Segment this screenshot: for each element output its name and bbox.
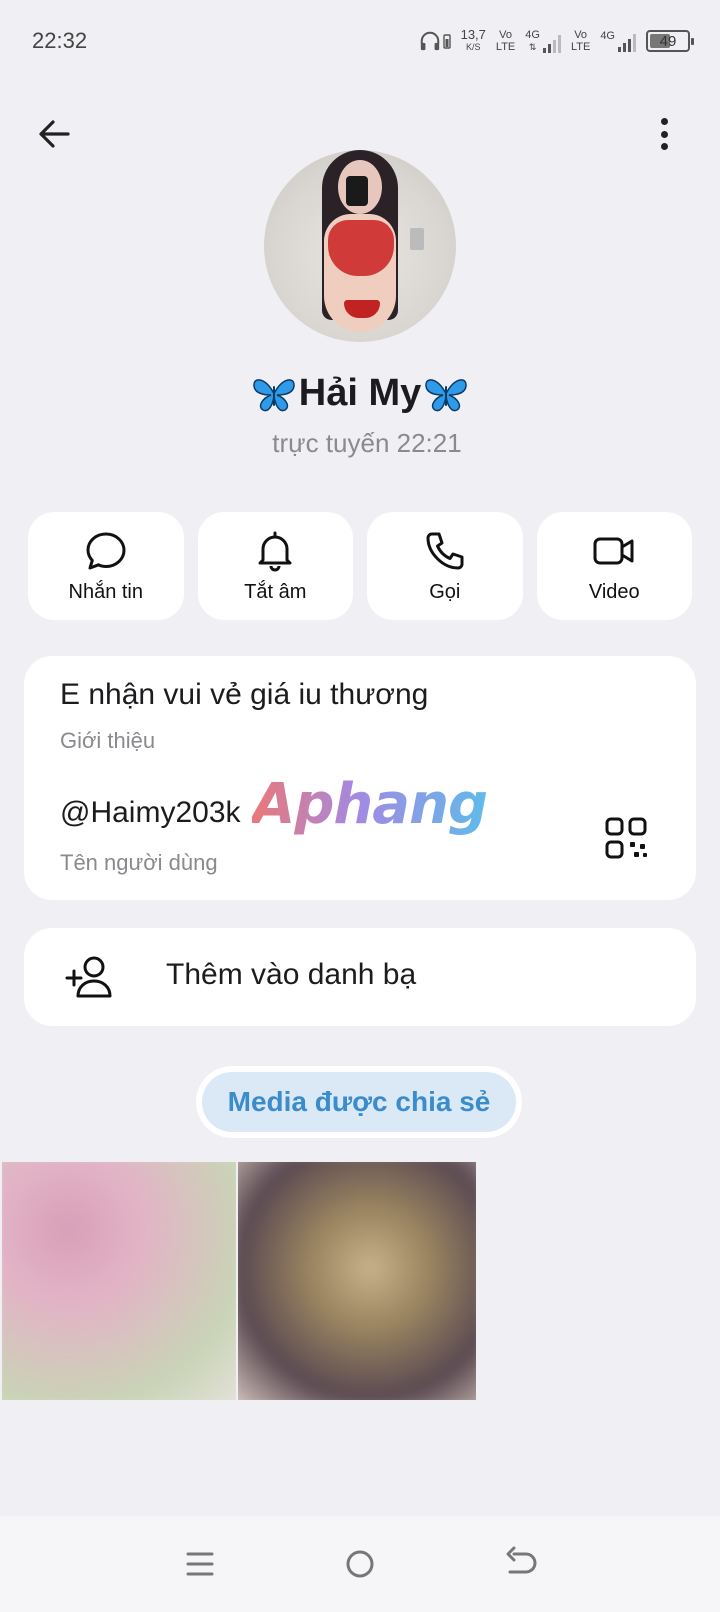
call-label: Gọi: [429, 580, 461, 603]
profile-name-text: Hải My: [298, 372, 422, 414]
sim2-lte: LTE: [570, 41, 591, 53]
sim1-arrows-icon: ⇅: [528, 42, 537, 52]
sim2-net: 4G: [600, 30, 636, 52]
sim1-vo: Vo: [499, 29, 513, 41]
menu-icon[interactable]: [180, 1544, 220, 1584]
sim1-volte: Vo LTE: [496, 29, 515, 53]
arrow-left-icon[interactable]: [36, 116, 72, 152]
media-thumbnail[interactable]: [238, 1162, 476, 1400]
action-buttons: Nhắn tin Tắt âm Gọi Video: [28, 512, 692, 620]
message-label: Nhắn tin: [68, 580, 144, 603]
status-bar: 22:32 13,7 K/S Vo LTE 4G ⇅ Vo LTE 4G 49: [0, 0, 720, 82]
battery-icon: 49: [646, 30, 694, 52]
tab-shared-media[interactable]: Media được chia sẻ: [202, 1072, 516, 1132]
more-vertical-icon[interactable]: [656, 114, 672, 154]
butterfly-icon: [253, 378, 295, 411]
home-icon[interactable]: [340, 1544, 380, 1584]
message-button[interactable]: Nhắn tin: [28, 512, 184, 620]
butterfly-icon: [425, 378, 467, 411]
sim1-net-label: 4G: [525, 29, 540, 41]
battery-small-icon: [442, 34, 451, 49]
sim2-net-label: 4G: [600, 30, 615, 42]
battery-level: 49: [659, 32, 677, 50]
message-icon: [86, 532, 126, 569]
sim1-lte: LTE: [495, 41, 516, 53]
sim2-volte: Vo LTE: [571, 29, 590, 53]
add-contact-label: Thêm vào danh bạ: [166, 958, 417, 991]
status-time: 22:32: [32, 28, 88, 53]
video-label: Video: [588, 580, 640, 603]
bio-label: Giới thiệu: [60, 728, 156, 753]
qr-code-icon[interactable]: [604, 816, 648, 860]
network-speed: 13,7 K/S: [460, 27, 486, 53]
mute-label: Tắt âm: [244, 580, 307, 603]
add-user-icon: [65, 956, 112, 998]
video-button[interactable]: Video: [536, 512, 692, 620]
network-speed-unit: K/S: [465, 42, 481, 52]
sim1-net: 4G ⇅: [525, 29, 561, 53]
profile-name: Hải My: [0, 372, 720, 415]
last-seen: trực tuyến 22:21: [272, 428, 462, 458]
mute-button[interactable]: Tắt âm: [197, 512, 353, 620]
back-nav-icon[interactable]: [500, 1544, 540, 1584]
info-card: E nhận vui vẻ giá iu thương Giới thiệu @…: [24, 656, 696, 900]
media-thumbnail[interactable]: [2, 1162, 236, 1400]
watermark-logo: Aphang: [252, 772, 488, 837]
username-text[interactable]: @Haimy203k: [60, 796, 241, 830]
media-tabs: Media được chia sẻ: [196, 1066, 522, 1138]
status-indicators: 13,7 K/S Vo LTE 4G ⇅ Vo LTE 4G 49: [419, 27, 694, 53]
phone-icon: [426, 532, 464, 569]
avatar[interactable]: [264, 150, 456, 342]
system-nav-bar: [0, 1516, 720, 1612]
sim2-vo: Vo: [574, 29, 588, 41]
add-contact-button[interactable]: Thêm vào danh bạ: [24, 928, 696, 1026]
headphone-icon: [420, 31, 439, 51]
video-icon: [593, 537, 634, 564]
network-speed-value: 13,7: [460, 27, 486, 42]
bio-text[interactable]: E nhận vui vẻ giá iu thương: [60, 678, 428, 712]
signal-1-icon: [542, 33, 561, 53]
call-button[interactable]: Gọi: [367, 512, 523, 620]
username-label: Tên người dùng: [60, 850, 218, 875]
bell-icon: [258, 531, 292, 571]
signal-2-icon: [618, 32, 636, 52]
